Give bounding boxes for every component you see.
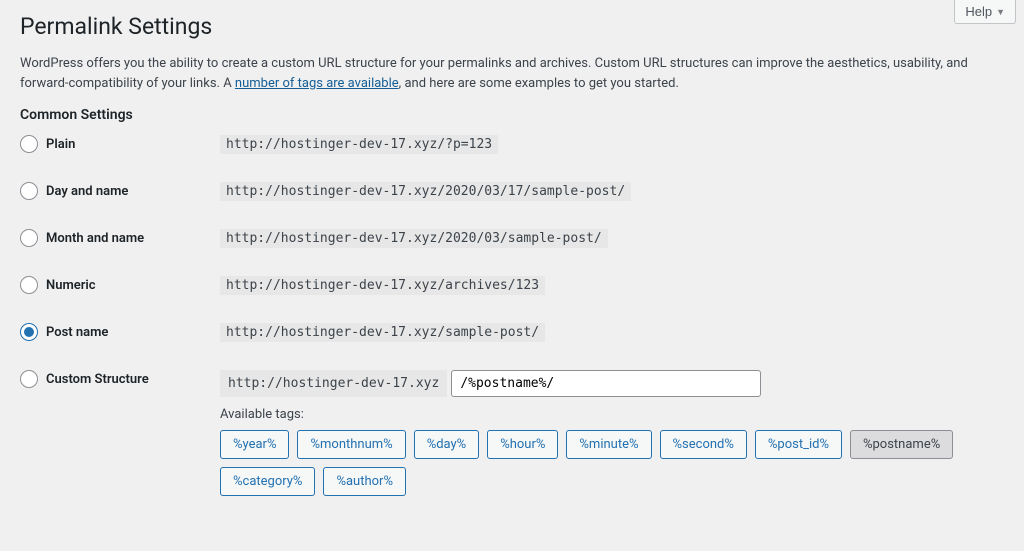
radio-month-and-name-label[interactable]: Month and name xyxy=(46,231,144,246)
example-post-name: http://hostinger-dev-17.xyz/sample-post/ xyxy=(220,323,545,342)
help-toggle[interactable]: Help ▼ xyxy=(954,0,1016,24)
radio-day-and-name-label[interactable]: Day and name xyxy=(46,184,128,199)
custom-structure-input[interactable] xyxy=(451,370,761,397)
tag-year[interactable]: %year% xyxy=(220,430,289,459)
intro-text: WordPress offers you the ability to crea… xyxy=(20,54,1004,93)
tag-second[interactable]: %second% xyxy=(660,430,747,459)
example-plain: http://hostinger-dev-17.xyz/?p=123 xyxy=(220,135,498,154)
option-plain: Plain http://hostinger-dev-17.xyz/?p=123 xyxy=(20,135,1004,154)
radio-month-and-name[interactable] xyxy=(20,229,38,247)
radio-numeric[interactable] xyxy=(20,276,38,294)
option-month-and-name: Month and name http://hostinger-dev-17.x… xyxy=(20,229,1004,248)
tag-postname[interactable]: %postname% xyxy=(850,430,953,459)
radio-post-name-label[interactable]: Post name xyxy=(46,325,108,340)
radio-plain[interactable] xyxy=(20,135,38,153)
section-heading: Common Settings xyxy=(20,107,1004,123)
tags-available-link[interactable]: number of tags are available xyxy=(235,76,399,91)
available-tags-label: Available tags: xyxy=(220,407,1004,422)
custom-prefix: http://hostinger-dev-17.xyz xyxy=(220,370,447,397)
tag-post-id[interactable]: %post_id% xyxy=(755,430,842,459)
option-numeric: Numeric http://hostinger-dev-17.xyz/arch… xyxy=(20,276,1004,295)
tag-monthnum[interactable]: %monthnum% xyxy=(297,430,405,459)
option-post-name: Post name http://hostinger-dev-17.xyz/sa… xyxy=(20,323,1004,342)
example-day-and-name: http://hostinger-dev-17.xyz/2020/03/17/s… xyxy=(220,182,631,201)
radio-plain-label[interactable]: Plain xyxy=(46,137,75,152)
radio-day-and-name[interactable] xyxy=(20,182,38,200)
caret-down-icon: ▼ xyxy=(996,7,1005,17)
tag-day[interactable]: %day% xyxy=(414,430,480,459)
intro-after: , and here are some examples to get you … xyxy=(399,76,679,91)
tag-buttons: %year% %monthnum% %day% %hour% %minute% … xyxy=(220,430,1004,496)
tag-minute[interactable]: %minute% xyxy=(566,430,651,459)
option-custom-structure: Custom Structure http://hostinger-dev-17… xyxy=(20,370,1004,397)
radio-custom-structure[interactable] xyxy=(20,370,38,388)
radio-custom-structure-label[interactable]: Custom Structure xyxy=(46,372,149,387)
example-month-and-name: http://hostinger-dev-17.xyz/2020/03/samp… xyxy=(220,229,608,248)
page-title: Permalink Settings xyxy=(20,4,1004,44)
radio-post-name[interactable] xyxy=(20,323,38,341)
tag-hour[interactable]: %hour% xyxy=(487,430,558,459)
tag-category[interactable]: %category% xyxy=(220,467,315,496)
help-label: Help xyxy=(965,4,992,19)
example-numeric: http://hostinger-dev-17.xyz/archives/123 xyxy=(220,276,545,295)
radio-numeric-label[interactable]: Numeric xyxy=(46,278,96,293)
option-day-and-name: Day and name http://hostinger-dev-17.xyz… xyxy=(20,182,1004,201)
tag-author[interactable]: %author% xyxy=(323,467,406,496)
